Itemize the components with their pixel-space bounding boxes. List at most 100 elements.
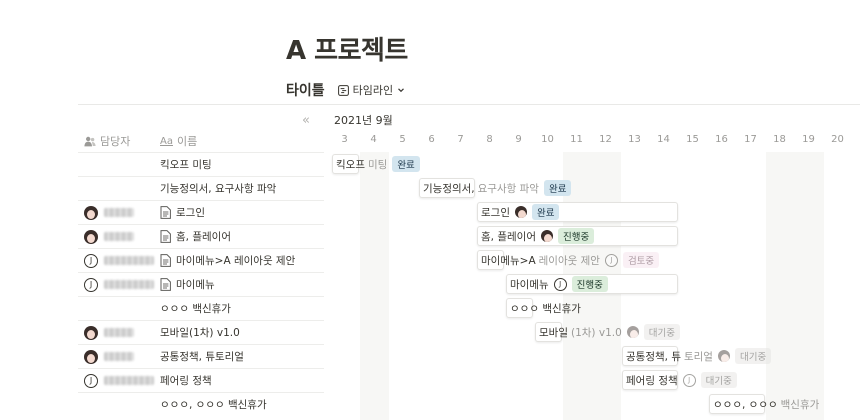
timeline-row: 모바일 (1차) v1.0 대기중	[330, 320, 860, 344]
timeline-row: 킥오프 미팅 완료	[330, 152, 860, 176]
timeline-bar-label: 마이메뉴>A 레이아웃 제안 J 검토중	[481, 250, 660, 270]
day-number: 9	[515, 134, 522, 145]
day-number: 18	[773, 134, 786, 145]
table-row[interactable]: 모바일(1차) v1.0	[78, 320, 324, 344]
timeline-bar[interactable]	[477, 250, 504, 270]
text-property-icon: Aa	[160, 135, 173, 147]
row-name: 기능정의서, 요구사항 파악	[160, 183, 277, 195]
status-badge: 검토중	[622, 252, 660, 268]
timeline-row: 로그인 완료	[330, 200, 860, 224]
day-number: 3	[341, 134, 348, 145]
page-icon	[160, 230, 171, 243]
timeline-bar[interactable]	[477, 202, 678, 222]
table-row[interactable]: J 페어링 정책	[78, 368, 324, 392]
table-row[interactable]: 기능정의서, 요구사항 파악	[78, 176, 324, 200]
day-number: 6	[428, 134, 435, 145]
status-badge: 대기중	[734, 348, 772, 364]
day-number: 19	[802, 134, 815, 145]
view-switch-label: 타임라인	[352, 84, 394, 97]
timeline-bar[interactable]	[332, 154, 359, 174]
owner-cell[interactable]: J	[78, 369, 160, 392]
row-name: 마이메뉴>A 레이아웃 제안	[176, 255, 296, 267]
owner-cell[interactable]	[78, 225, 160, 248]
table-row[interactable]: J 마이메뉴>A 레이아웃 제안	[78, 248, 324, 272]
name-cell[interactable]: 기능정의서, 요구사항 파악	[160, 177, 324, 200]
name-cell[interactable]: 홈, 플레이어	[160, 225, 324, 248]
name-cell[interactable]: 로그인	[160, 201, 324, 224]
timeline-view-switch[interactable]: 타임라인	[335, 80, 408, 100]
owner-cell[interactable]: J	[78, 273, 160, 296]
collapse-table-button[interactable]: «	[302, 113, 310, 128]
table-row[interactable]: ㅇㅇㅇ 백신휴가	[78, 296, 324, 320]
owner-cell[interactable]	[78, 393, 160, 416]
table-rows: 킥오프 미팅기능정의서, 요구사항 파악로그인홈, 플레이어 J 마이메뉴>A 레이…	[78, 152, 324, 416]
owner-cell[interactable]	[78, 153, 160, 176]
timeline-icon	[337, 84, 349, 96]
avatar	[84, 229, 98, 244]
status-badge: 대기중	[643, 324, 681, 340]
name-cell[interactable]: 킥오프 미팅	[160, 153, 324, 176]
table-row[interactable]: 킥오프 미팅	[78, 152, 324, 176]
name-cell[interactable]: ㅇㅇㅇ 백신휴가	[160, 297, 324, 320]
owner-header-label: 담당자	[100, 135, 131, 148]
timeline-bar[interactable]	[419, 178, 475, 198]
timeline-bar[interactable]	[622, 370, 678, 390]
timeline-row: 공통정책, 튜 토리얼 대기중	[330, 344, 860, 368]
owner-cell[interactable]	[78, 297, 160, 320]
view-title[interactable]: 타이틀	[286, 80, 325, 100]
day-number: 16	[715, 134, 728, 145]
row-name: 홈, 플레이어	[176, 231, 231, 243]
status-badge: 완료	[392, 156, 420, 172]
timeline-row: 마이메뉴>A 레이아웃 제안 J 검토중	[330, 248, 860, 272]
table-row[interactable]: ㅇㅇㅇ, ㅇㅇㅇ 백신휴가	[78, 392, 324, 416]
page-icon	[160, 206, 171, 219]
timeline-bar[interactable]	[506, 274, 678, 294]
name-cell[interactable]: 공통정책, 튜토리얼	[160, 345, 324, 368]
timeline-row: 기능정의서, 요구사항 파악 완료	[330, 176, 860, 200]
table-row[interactable]: J 마이메뉴	[78, 272, 324, 296]
timeline-month: 2021년 9월	[334, 114, 393, 127]
day-number: 15	[686, 134, 699, 145]
owner-cell[interactable]	[78, 201, 160, 224]
row-name: 마이메뉴	[176, 279, 215, 291]
name-cell[interactable]: ㅇㅇㅇ, ㅇㅇㅇ 백신휴가	[160, 393, 324, 416]
view-bar: 타이틀 타임라인	[286, 79, 408, 101]
day-number: 7	[457, 134, 464, 145]
row-name: 킥오프 미팅	[160, 159, 212, 171]
row-name: 모바일(1차) v1.0	[160, 327, 240, 339]
row-name: ㅇㅇㅇ, ㅇㅇㅇ 백신휴가	[160, 399, 267, 411]
row-name: ㅇㅇㅇ 백신휴가	[160, 303, 231, 315]
timeline-bar[interactable]	[535, 322, 562, 342]
table-row[interactable]: 홈, 플레이어	[78, 224, 324, 248]
timeline-day-header: 3 4 5 6 7 8 9 10 11 12 13 14 15 16 17 18 19 20	[330, 130, 860, 152]
timeline-bar[interactable]	[709, 394, 765, 414]
redacted-owner-name	[104, 280, 154, 289]
name-cell[interactable]: 페어링 정책	[160, 369, 324, 392]
timeline-bar[interactable]	[506, 298, 533, 318]
owner-cell[interactable]	[78, 321, 160, 344]
page-icon	[160, 278, 171, 291]
owner-column-header[interactable]: 담당자	[78, 133, 160, 149]
page-icon	[160, 254, 171, 267]
owner-cell[interactable]: J	[78, 249, 160, 272]
name-cell[interactable]: 마이메뉴>A 레이아웃 제안	[160, 249, 324, 272]
avatar: J	[682, 373, 696, 387]
timeline-row: ㅇㅇㅇ 백신휴가	[330, 296, 860, 320]
people-icon	[84, 136, 96, 146]
name-column-header[interactable]: Aa 이름	[160, 133, 324, 149]
avatar	[717, 350, 730, 362]
avatar: J	[84, 373, 98, 388]
timeline-bar[interactable]	[622, 346, 678, 366]
redacted-owner-name	[104, 232, 134, 241]
name-cell[interactable]: 모바일(1차) v1.0	[160, 321, 324, 344]
timeline-row: ㅇㅇㅇ, ㅇㅇㅇ 백신휴가	[330, 392, 860, 416]
timeline-bar[interactable]	[477, 226, 678, 246]
table-row[interactable]: 공통정책, 튜토리얼	[78, 344, 324, 368]
bar-title-overflow: 토리얼	[683, 350, 713, 363]
day-number: 4	[370, 134, 377, 145]
timeline-row: 페어링 정책 J 대기중	[330, 368, 860, 392]
table-row[interactable]: 로그인	[78, 200, 324, 224]
owner-cell[interactable]	[78, 177, 160, 200]
owner-cell[interactable]	[78, 345, 160, 368]
name-cell[interactable]: 마이메뉴	[160, 273, 324, 296]
